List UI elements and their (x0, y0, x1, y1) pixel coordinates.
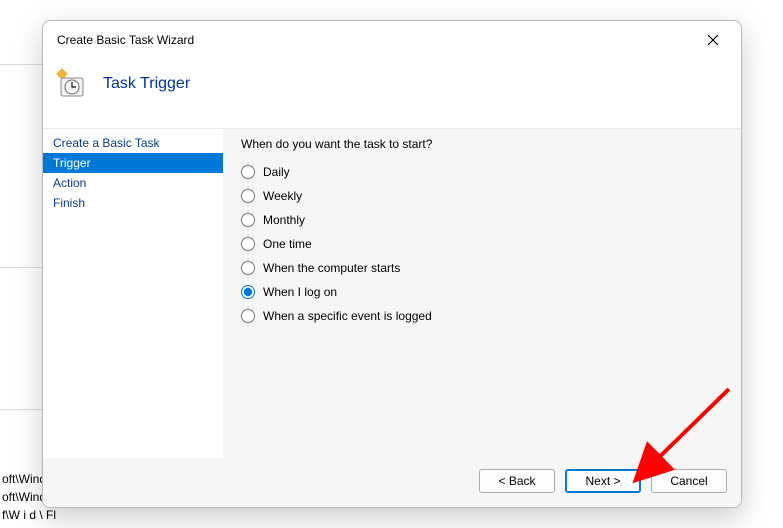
trigger-radio-event-logged[interactable] (241, 309, 255, 323)
task-scheduler-icon (55, 68, 87, 100)
trigger-radio-onetime[interactable] (241, 237, 255, 251)
background-path-item: f\W i d \ Fl (0, 506, 89, 524)
dialog-title: Create Basic Task Wizard (57, 33, 194, 47)
trigger-option-event-logged[interactable]: When a specific event is logged (241, 309, 723, 323)
trigger-option-log-on[interactable]: When I log on (241, 285, 723, 299)
trigger-option-monthly[interactable]: Monthly (241, 213, 723, 227)
back-button[interactable]: < Back (479, 469, 555, 493)
dialog-header-title: Task Trigger (103, 75, 190, 93)
trigger-options: Daily Weekly Monthly One time When the c… (241, 165, 723, 323)
wizard-steps-sidebar: Create a Basic Task Trigger Action Finis… (43, 129, 223, 458)
sidebar-step-finish[interactable]: Finish (43, 193, 223, 213)
sidebar-step-action[interactable]: Action (43, 173, 223, 193)
dialog-header: Task Trigger (43, 51, 741, 129)
sidebar-step-create[interactable]: Create a Basic Task (43, 133, 223, 153)
trigger-option-label: When a specific event is logged (263, 309, 432, 323)
trigger-prompt: When do you want the task to start? (241, 137, 723, 151)
trigger-option-daily[interactable]: Daily (241, 165, 723, 179)
trigger-radio-log-on[interactable] (241, 285, 255, 299)
close-button[interactable] (697, 28, 729, 52)
trigger-option-onetime[interactable]: One time (241, 237, 723, 251)
sidebar-step-trigger[interactable]: Trigger (43, 153, 223, 173)
trigger-radio-computer-starts[interactable] (241, 261, 255, 275)
trigger-option-label: Weekly (263, 189, 302, 203)
dialog-body: Create a Basic Task Trigger Action Finis… (43, 129, 741, 458)
wizard-content: When do you want the task to start? Dail… (223, 129, 741, 458)
trigger-option-weekly[interactable]: Weekly (241, 189, 723, 203)
trigger-option-label: Monthly (263, 213, 305, 227)
wizard-dialog: Create Basic Task Wizard (42, 20, 742, 508)
trigger-option-computer-starts[interactable]: When the computer starts (241, 261, 723, 275)
trigger-option-label: When the computer starts (263, 261, 400, 275)
titlebar: Create Basic Task Wizard (43, 21, 741, 51)
close-icon (707, 34, 719, 46)
dialog-footer: < Back Next > Cancel (43, 458, 741, 507)
next-button[interactable]: Next > (565, 469, 641, 493)
trigger-option-label: One time (263, 237, 312, 251)
trigger-radio-daily[interactable] (241, 165, 255, 179)
trigger-option-label: When I log on (263, 285, 337, 299)
cancel-button[interactable]: Cancel (651, 469, 727, 493)
trigger-radio-weekly[interactable] (241, 189, 255, 203)
trigger-option-label: Daily (263, 165, 290, 179)
trigger-radio-monthly[interactable] (241, 213, 255, 227)
